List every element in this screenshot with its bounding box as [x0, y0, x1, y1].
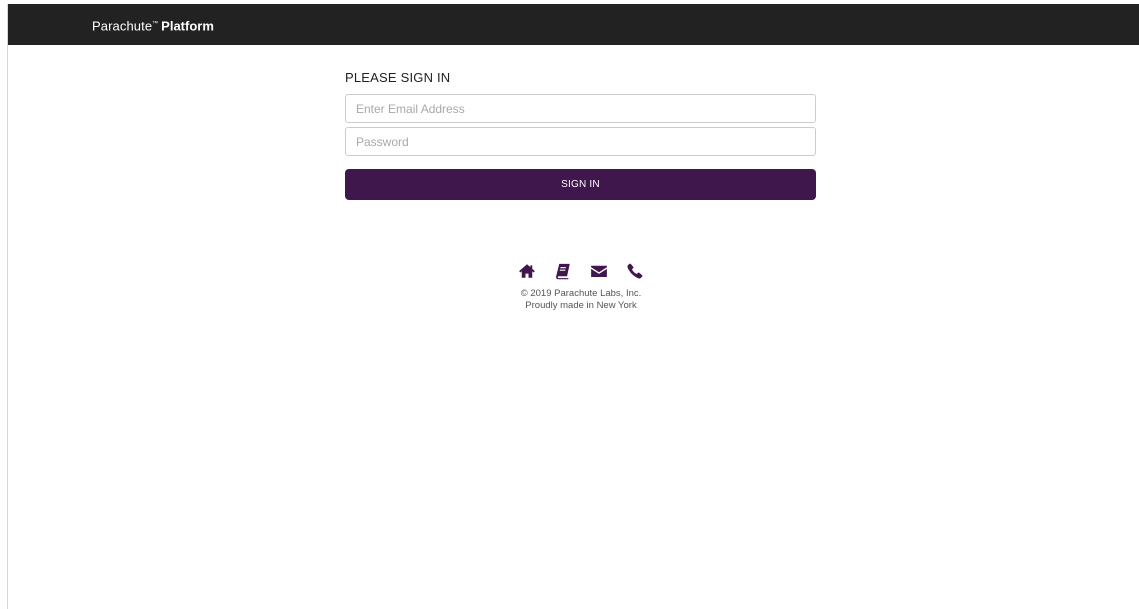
sign-in-form: PLEASE SIGN IN SIGN IN	[345, 70, 817, 200]
home-icon[interactable]	[518, 262, 536, 280]
phone-icon[interactable]	[626, 262, 644, 280]
sign-in-title: PLEASE SIGN IN	[345, 70, 451, 85]
password-field[interactable]	[345, 127, 816, 156]
copyright-text: © 2019 Parachute Labs, Inc.	[520, 288, 642, 299]
sign-in-button[interactable]: SIGN IN	[345, 169, 816, 200]
email-field[interactable]	[345, 94, 816, 123]
logo-text-parachute: Parachute	[92, 18, 153, 34]
footer-icon-links	[345, 260, 817, 282]
app-window: Parachute™Platform PLEASE SIGN IN SIGN I…	[7, 4, 1139, 609]
book-icon[interactable]	[554, 262, 572, 280]
parachute-platform-logo[interactable]: Parachute™ Platform	[92, 16, 214, 34]
logo-trademark: ™	[152, 21, 159, 27]
tagline-text: Proudly made in New York	[525, 300, 637, 311]
footer: © 2019 Parachute Labs, Inc. Proudly made…	[345, 260, 817, 312]
logo-text-platform: Platform	[161, 18, 214, 34]
envelope-icon[interactable]	[590, 262, 608, 280]
top-navbar: Parachute™ Platform	[8, 4, 1139, 45]
